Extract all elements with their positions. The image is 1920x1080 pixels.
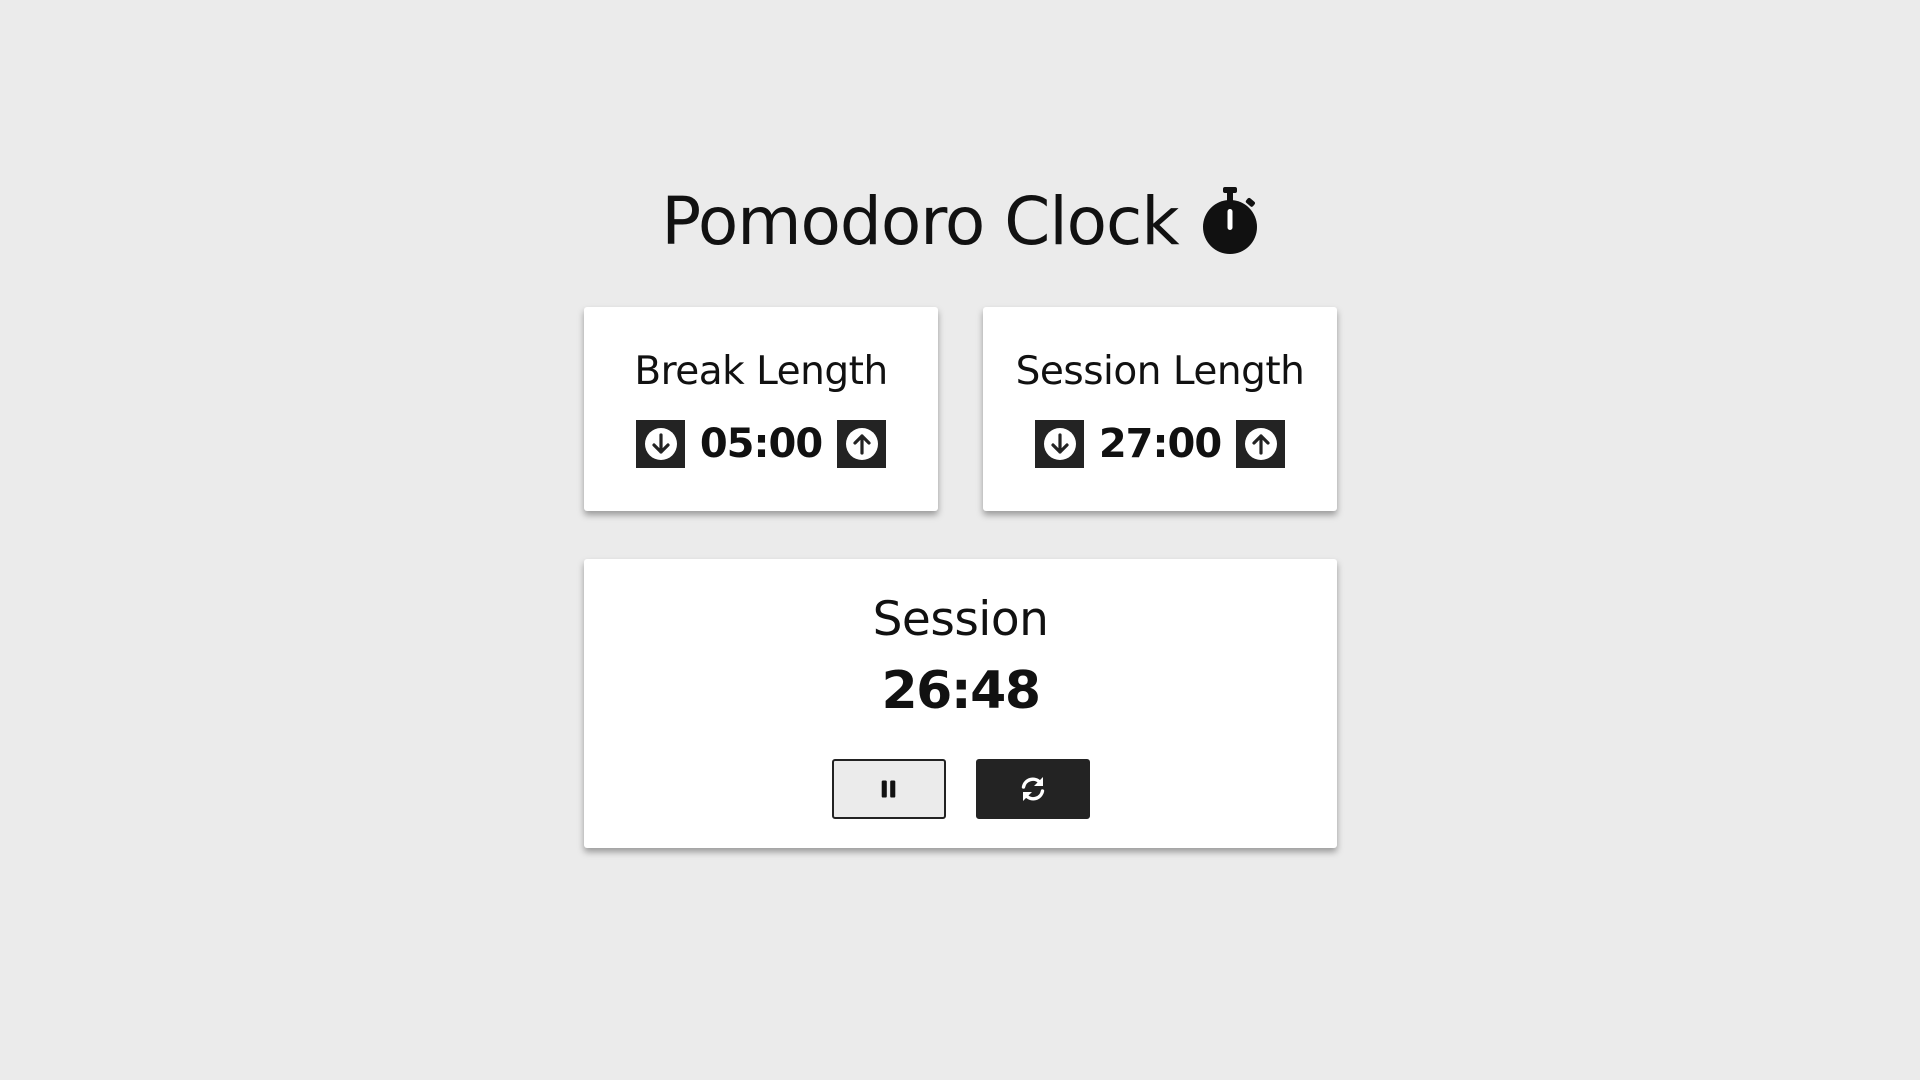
- timer-controls: [584, 759, 1337, 819]
- pause-icon: [881, 780, 896, 798]
- arrow-down-circle-icon: [1043, 428, 1076, 460]
- break-increment-button[interactable]: [837, 420, 886, 468]
- arrow-down-circle-icon: [644, 428, 677, 460]
- break-length-label: Break Length: [634, 349, 888, 394]
- session-increment-button[interactable]: [1236, 420, 1285, 468]
- pause-button[interactable]: [831, 759, 946, 819]
- timer-card: Session 26:48: [584, 559, 1337, 848]
- break-length-card: Break Length 05:00: [584, 307, 938, 511]
- session-length-value: 27:00: [1098, 421, 1222, 467]
- break-length-controls: 05:00: [584, 420, 938, 468]
- timer-label: Session: [872, 592, 1049, 647]
- stopwatch-icon: [1201, 185, 1259, 257]
- session-decrement-button[interactable]: [1035, 420, 1084, 468]
- break-decrement-button[interactable]: [636, 420, 685, 468]
- reset-button[interactable]: [975, 759, 1090, 819]
- arrow-up-circle-icon: [845, 428, 878, 460]
- arrow-up-circle-icon: [1244, 428, 1277, 460]
- page-title: Pomodoro Clock: [661, 182, 1179, 260]
- session-length-card: Session Length 27:00: [983, 307, 1337, 511]
- session-length-label: Session Length: [1015, 349, 1305, 394]
- timer-display: 26:48: [881, 661, 1041, 721]
- page-title-row: Pomodoro Clock: [0, 178, 1920, 264]
- session-length-controls: 27:00: [983, 420, 1337, 468]
- break-length-value: 05:00: [699, 421, 823, 467]
- refresh-icon: [1021, 777, 1044, 801]
